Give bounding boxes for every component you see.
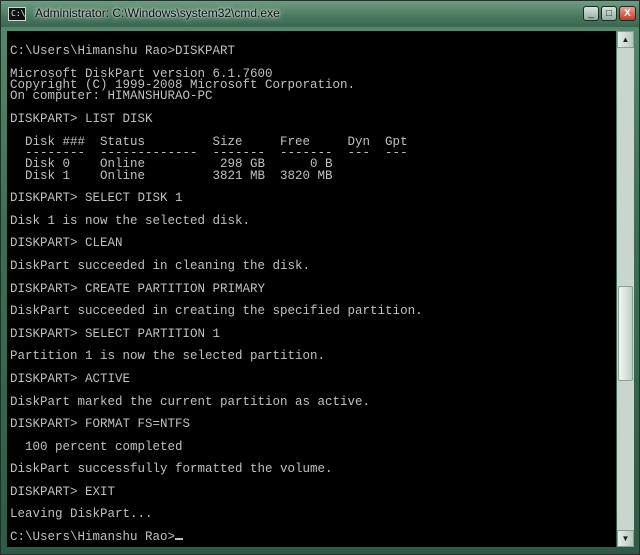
console-line: Partition 1 is now the selected partitio… — [10, 349, 326, 364]
scroll-up-arrow-icon[interactable]: ▲ — [617, 31, 634, 48]
console-output[interactable]: C:\Users\Himanshu Rao>DISKPART Microsoft … — [7, 31, 616, 547]
cmd-window: C:\ Administrator: C:\Windows\system32\c… — [0, 0, 640, 555]
scrollbar-thumb[interactable] — [618, 286, 633, 381]
console-line: Disk 1 is now the selected disk. — [10, 213, 251, 228]
scroll-down-arrow-icon[interactable]: ▼ — [617, 530, 634, 547]
maximize-button[interactable]: □ — [601, 6, 617, 21]
console-line: On computer: HIMANSHURAO-PC — [10, 89, 213, 104]
console-line: Disk 1 Online 3821 MB 3820 MB — [10, 168, 333, 183]
minimize-button[interactable]: _ — [583, 6, 599, 21]
console-line: DiskPart succeeded in cleaning the disk. — [10, 258, 311, 273]
console-line: 100 percent completed — [10, 439, 183, 454]
console-line: DISKPART> SELECT DISK 1 — [10, 191, 183, 206]
console-line: DiskPart succeeded in creating the speci… — [10, 304, 423, 319]
text-cursor — [175, 538, 184, 541]
console-text: C:\Users\Himanshu Rao>DISKPART Microsoft … — [10, 35, 423, 544]
console-line: DISKPART> SELECT PARTITION 1 — [10, 326, 221, 341]
console-line: DISKPART> CLEAN — [10, 236, 123, 251]
close-button[interactable]: X — [619, 6, 636, 21]
cmd-icon[interactable]: C:\ — [8, 7, 26, 21]
console-line: DISKPART> CREATE PARTITION PRIMARY — [10, 281, 266, 296]
console-line: DISKPART> EXIT — [10, 484, 116, 499]
console-line: DiskPart successfully formatted the volu… — [10, 462, 333, 477]
console-line: C:\Users\Himanshu Rao>DISKPART — [10, 44, 236, 59]
console-line: C:\Users\Himanshu Rao> — [10, 531, 423, 543]
window-title: Administrator: C:\Windows\system32\cmd.e… — [35, 6, 280, 20]
console-line: DISKPART> LIST DISK — [10, 112, 153, 127]
title-bar[interactable]: C:\ Administrator: C:\Windows\system32\c… — [1, 1, 639, 27]
console-line: DiskPart marked the current partition as… — [10, 394, 371, 409]
vertical-scrollbar[interactable]: ▲ ▼ — [617, 31, 634, 547]
console-line: Leaving DiskPart... — [10, 507, 153, 522]
console-line: DISKPART> FORMAT FS=NTFS — [10, 417, 191, 432]
console-line: DISKPART> ACTIVE — [10, 371, 131, 386]
